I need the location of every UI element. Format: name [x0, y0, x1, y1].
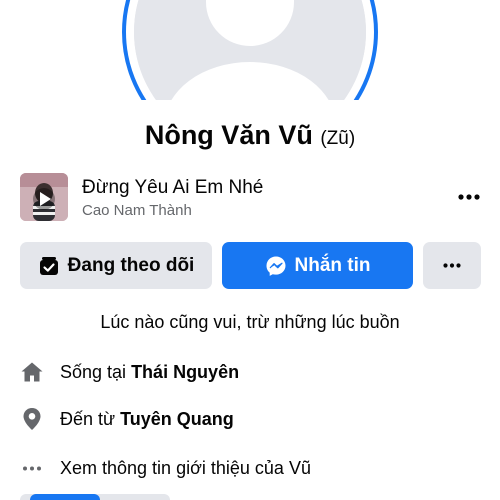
location-pin-icon [20, 407, 44, 431]
see-about-info-row[interactable]: Xem thông tin giới thiệu của Vũ [20, 454, 490, 482]
default-avatar-placeholder [134, 0, 366, 100]
music-artist: Cao Nam Thành [82, 202, 192, 219]
profile-picture[interactable] [122, 0, 378, 100]
lives-in-row: Sống tại Thái Nguyên [20, 358, 490, 386]
from-row: Đến từ Tuyên Quang [20, 405, 490, 433]
music-title: Đừng Yêu Ai Em Nhé [82, 177, 264, 198]
messenger-icon [265, 255, 287, 277]
home-icon [20, 360, 44, 384]
profile-name: Nông Văn Vũ (Zũ) [0, 120, 500, 151]
music-thumbnail[interactable] [20, 173, 68, 221]
profile-tabs-peek [20, 494, 170, 500]
see-about-info-link[interactable]: Xem thông tin giới thiệu của Vũ [60, 458, 311, 479]
message-button-label: Nhắn tin [294, 254, 371, 276]
profile-music[interactable]: Đừng Yêu Ai Em Nhé Cao Nam Thành [20, 173, 490, 223]
active-tab-indicator [30, 494, 100, 500]
following-button-label: Đang theo dõi [67, 254, 195, 276]
more-dots-icon [443, 263, 461, 268]
from-prefix: Đến từ [60, 408, 116, 429]
lives-in-place[interactable]: Thái Nguyên [131, 362, 239, 383]
play-icon [33, 188, 55, 210]
from-place[interactable]: Tuyên Quang [120, 409, 234, 430]
more-dots-icon [20, 456, 44, 480]
message-button[interactable]: Nhắn tin [222, 242, 413, 289]
lives-in-prefix: Sống tại [60, 361, 127, 382]
following-button[interactable]: Đang theo dõi [20, 242, 212, 289]
more-dots-icon [458, 194, 480, 200]
profile-alternate-name: (Zũ) [320, 128, 356, 149]
profile-bio: Lúc nào cũng vui, trừ những lúc buồn [100, 312, 400, 332]
profile-picture-ring [122, 0, 378, 100]
profile-more-button[interactable] [423, 242, 481, 289]
profile-name-text: Nông Văn Vũ [144, 120, 313, 150]
following-check-icon [38, 255, 60, 277]
music-more-button[interactable] [454, 183, 484, 211]
